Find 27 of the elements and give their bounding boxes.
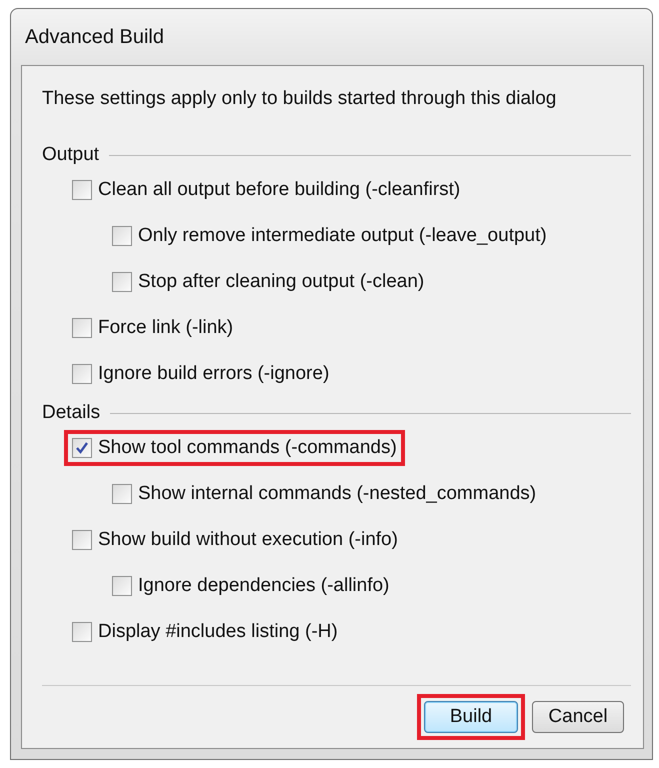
- group-label: Output: [42, 144, 100, 166]
- option-label[interactable]: Stop after cleaning output (-clean): [138, 271, 424, 293]
- checkbox[interactable]: [72, 438, 92, 458]
- option-label[interactable]: Only remove intermediate output (-leave_output): [138, 225, 547, 247]
- option-label[interactable]: Show internal commands (-nested_commands): [138, 483, 536, 505]
- option-label[interactable]: Ignore dependencies (-allinfo): [138, 575, 390, 597]
- option-label[interactable]: Display #includes listing (-H): [98, 621, 338, 643]
- window-title: Advanced Build: [24, 25, 165, 50]
- option-label[interactable]: Ignore build errors (-ignore): [98, 363, 330, 385]
- checkbox[interactable]: [112, 576, 132, 596]
- option-label[interactable]: Show tool commands (-commands): [98, 437, 397, 459]
- checkbox[interactable]: [112, 226, 132, 246]
- checkbox[interactable]: [72, 622, 92, 642]
- build-button[interactable]: Build: [424, 701, 518, 733]
- checkbox[interactable]: [112, 484, 132, 504]
- option-label[interactable]: Clean all output before building (-cleanfirst): [98, 179, 460, 201]
- checkbox[interactable]: [72, 364, 92, 384]
- cancel-button[interactable]: Cancel: [532, 701, 624, 733]
- option-label[interactable]: Show build without execution (-info): [98, 529, 398, 551]
- checkbox[interactable]: [72, 530, 92, 550]
- checkbox[interactable]: [72, 180, 92, 200]
- checkmark-icon: [75, 441, 89, 455]
- checkbox[interactable]: [112, 272, 132, 292]
- group-label: Details: [42, 402, 100, 424]
- checkbox[interactable]: [72, 318, 92, 338]
- intro-text: These settings apply only to builds started through this dialog: [42, 88, 558, 110]
- option-label[interactable]: Force link (-link): [98, 317, 234, 339]
